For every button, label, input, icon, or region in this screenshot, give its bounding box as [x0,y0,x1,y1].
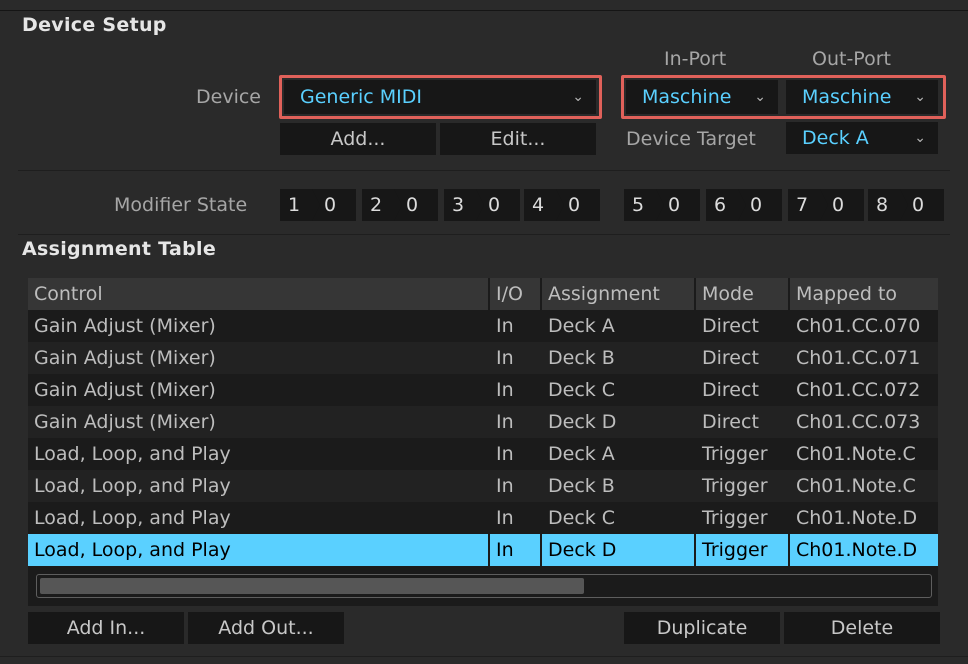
table-row[interactable]: Load, Loop, and Play In Deck A Trigger C… [28,438,938,470]
modifier-key: 1 [280,189,320,221]
cell-assignment: Deck B [548,475,615,497]
cell-io: In [496,539,514,561]
cell-control: Load, Loop, and Play [34,475,231,497]
bottom-divider [0,656,968,657]
table-row[interactable]: Gain Adjust (Mixer) In Deck D Direct Ch0… [28,406,938,438]
out-port-label: Out-Port [812,48,891,70]
cell-io: In [496,507,514,529]
cell-mode: Trigger [702,475,768,497]
col-header-mode[interactable]: Mode [696,278,788,310]
cell-assignment: Deck B [548,347,615,369]
device-label: Device [196,86,261,108]
cell-control: Gain Adjust (Mixer) [34,379,216,401]
device-setup-title: Device Setup [22,14,167,36]
cell-assignment: Deck C [548,507,616,529]
chevron-down-icon: ⌄ [914,130,926,146]
cell-mapped-to: Ch01.Note.D [796,539,918,561]
modifier-key: 5 [624,189,664,221]
modifier-key: 3 [444,189,484,221]
table-header: Control I/O Assignment Mode Mapped to [28,278,938,310]
cell-io: In [496,411,514,433]
table-row[interactable]: Gain Adjust (Mixer) In Deck C Direct Ch0… [28,374,938,406]
horizontal-scrollbar[interactable] [36,574,932,598]
table-row[interactable]: Load, Loop, and Play In Deck C Trigger C… [28,502,938,534]
cell-control: Load, Loop, and Play [34,539,231,561]
cell-control: Gain Adjust (Mixer) [34,315,216,337]
device-target-label: Device Target [626,128,756,150]
edit-device-button[interactable]: Edit... [440,123,596,155]
modifier-key: 7 [788,189,828,221]
assignment-table-title: Assignment Table [22,238,217,260]
col-header-control[interactable]: Control [28,278,488,310]
assignment-table[interactable]: Control I/O Assignment Mode Mapped to Ga… [28,278,938,606]
cell-mapped-to: Ch01.Note.C [796,475,916,497]
add-device-button[interactable]: Add... [280,123,436,155]
cell-mapped-to: Ch01.Note.C [796,443,916,465]
table-row[interactable]: Gain Adjust (Mixer) In Deck A Direct Ch0… [28,310,938,342]
table-row-selected[interactable]: Load, Loop, and Play In Deck D Trigger C… [28,534,938,566]
cell-mapped-to: Ch01.CC.070 [796,315,921,337]
cell-mode: Direct [702,315,759,337]
cell-assignment: Deck D [548,539,617,561]
modifier-state-label: Modifier State [114,194,248,216]
cell-mode: Direct [702,411,759,433]
cell-control: Load, Loop, and Play [34,443,231,465]
cell-mapped-to: Ch01.CC.071 [796,347,921,369]
scrollbar-thumb[interactable] [40,578,584,594]
table-row[interactable]: Load, Loop, and Play In Deck B Trigger C… [28,470,938,502]
delete-button[interactable]: Delete [784,612,940,644]
duplicate-button[interactable]: Duplicate [624,612,780,644]
cell-control: Load, Loop, and Play [34,507,231,529]
cell-control: Gain Adjust (Mixer) [34,411,216,433]
cell-io: In [496,379,514,401]
cell-control: Gain Adjust (Mixer) [34,347,216,369]
cell-mapped-to: Ch01.Note.D [796,507,918,529]
cell-mode: Trigger [702,443,768,465]
cell-mode: Direct [702,347,759,369]
section-divider [18,234,950,235]
modifier-key: 2 [362,189,402,221]
device-target-value: Deck A [802,127,869,149]
cell-assignment: Deck C [548,379,616,401]
cell-assignment: Deck A [548,315,615,337]
cell-assignment: Deck A [548,443,615,465]
cell-mapped-to: Ch01.CC.072 [796,379,921,401]
divider [18,170,950,171]
top-divider [0,10,968,11]
in-port-label: In-Port [664,48,727,70]
modifier-key: 4 [524,189,564,221]
device-target-dropdown[interactable]: Deck A ⌄ [786,122,938,154]
add-out-button[interactable]: Add Out... [188,612,344,644]
col-header-assignment[interactable]: Assignment [542,278,694,310]
modifier-key: 6 [706,189,746,221]
device-highlight [279,75,602,119]
table-row[interactable]: Gain Adjust (Mixer) In Deck B Direct Ch0… [28,342,938,374]
cell-io: In [496,347,514,369]
cell-io: In [496,315,514,337]
ports-highlight [621,75,946,119]
cell-assignment: Deck D [548,411,617,433]
cell-mode: Trigger [702,539,768,561]
col-header-mapped-to[interactable]: Mapped to [790,278,938,310]
cell-mode: Trigger [702,507,768,529]
cell-mode: Direct [702,379,759,401]
cell-io: In [496,443,514,465]
cell-io: In [496,475,514,497]
modifier-key: 8 [868,189,908,221]
col-header-io[interactable]: I/O [490,278,540,310]
cell-mapped-to: Ch01.CC.073 [796,411,921,433]
add-in-button[interactable]: Add In... [28,612,184,644]
